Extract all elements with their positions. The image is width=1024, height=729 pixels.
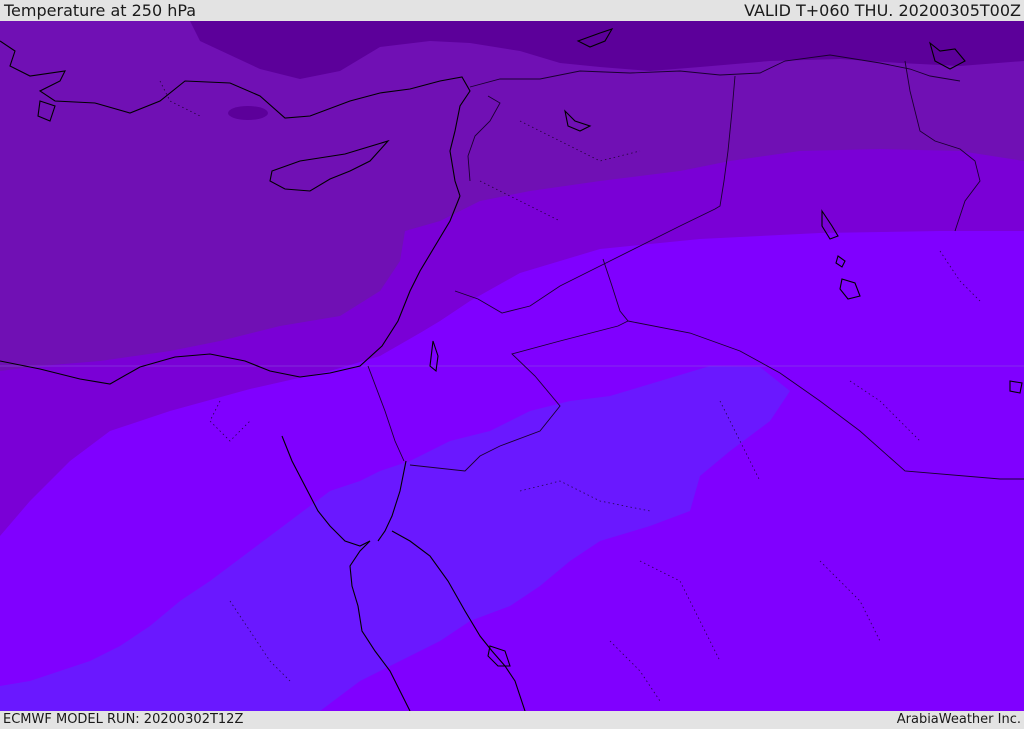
map-title: Temperature at 250 hPa [4,1,197,20]
map-canvas [0,21,1024,711]
footer-bar: ECMWF MODEL RUN: 20200302T12Z ArabiaWeat… [0,711,1024,729]
temperature-map[interactable] [0,21,1024,711]
credit: ArabiaWeather Inc. [896,712,1021,727]
valid-time: VALID T+060 THU. 20200305T00Z [744,1,1021,20]
cold-blob [228,106,268,120]
model-run: ECMWF MODEL RUN: 20200302T12Z [3,712,244,727]
header-bar: Temperature at 250 hPa VALID T+060 THU. … [0,0,1024,21]
